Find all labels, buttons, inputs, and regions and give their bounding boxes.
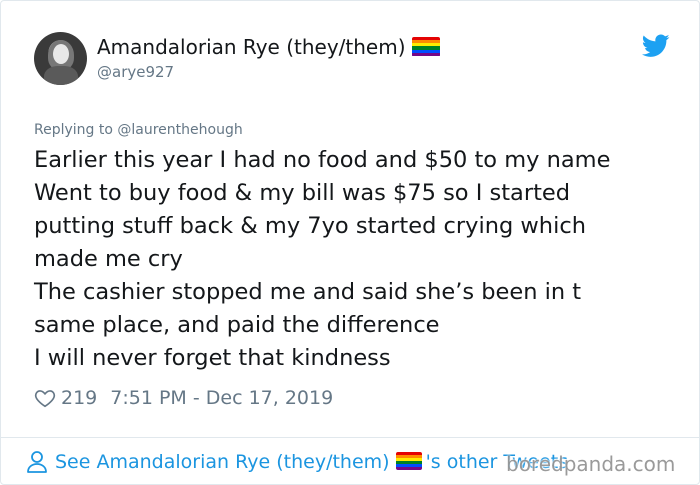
user-icon	[27, 451, 47, 473]
tweet-text: Earlier this year I had no food and $50 …	[34, 144, 674, 375]
avatar[interactable]	[34, 32, 87, 85]
avatar-body	[44, 66, 78, 85]
flag-stripe	[411, 53, 440, 57]
author-display-name[interactable]: Amandalorian Rye (they/them)	[97, 34, 440, 60]
avatar-face	[53, 44, 69, 64]
heart-icon[interactable]	[34, 387, 56, 409]
see-other-tweets-prefix: See Amandalorian Rye (they/them)	[55, 451, 390, 473]
twitter-bird-icon[interactable]	[642, 34, 670, 58]
tweet-line: made me cry	[34, 246, 183, 272]
like-count[interactable]: 219	[61, 387, 97, 409]
see-other-tweets-link[interactable]: See Amandalorian Rye (they/them) 's othe…	[26, 449, 568, 475]
watermark: boredpanda.com	[506, 452, 676, 476]
tweet-card: Amandalorian Rye (they/them) @arye927 Re…	[0, 0, 700, 485]
tweet-line: I will never forget that kindness	[34, 345, 391, 371]
author-name-text: Amandalorian Rye (they/them)	[97, 35, 406, 59]
tweet-line: The cashier stopped me and said she’s be…	[34, 279, 582, 305]
tweet-meta: 219 7:51 PM - Dec 17, 2019	[34, 386, 333, 410]
tweet-line: Went to buy food & my bill was $75 so I …	[34, 180, 571, 206]
tweet-line: putting stuff back & my 7yo started cryi…	[34, 213, 586, 239]
tweet-line: Earlier this year I had no food and $50 …	[34, 147, 611, 173]
divider	[1, 437, 700, 438]
author-handle[interactable]: @arye927	[97, 62, 174, 82]
replying-to-link[interactable]: Replying to @laurenthehough	[34, 121, 243, 139]
tweet-line: same place, and paid the difference	[34, 312, 440, 338]
tweet-timestamp[interactable]: 7:51 PM - Dec 17, 2019	[110, 387, 333, 409]
flag-stripe	[395, 467, 422, 470]
rainbow-flag-icon	[395, 452, 422, 470]
rainbow-flag-icon	[411, 36, 440, 57]
